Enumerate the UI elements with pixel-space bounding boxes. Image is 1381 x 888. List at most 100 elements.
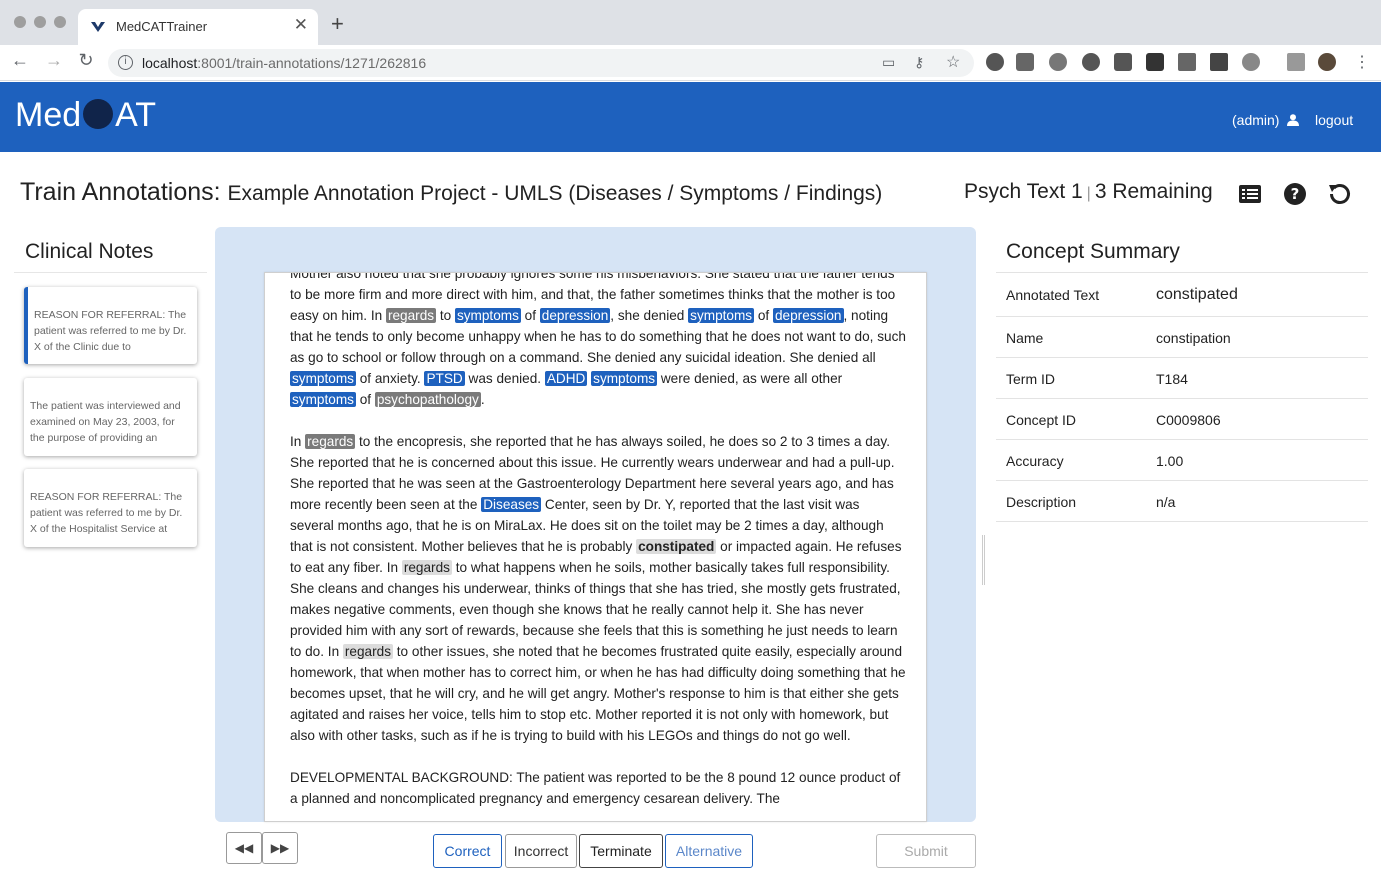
document-text-run: , she denied [610, 308, 689, 323]
url-path: :8001/train-annotations/1271/262816 [197, 55, 427, 71]
terminate-button[interactable]: Terminate [579, 834, 663, 868]
document-status: Psych Text 1 | 3 Remaining [964, 180, 1213, 204]
annotation-span[interactable]: regards [385, 308, 437, 323]
summary-value: constipation [1156, 330, 1231, 346]
cat-logo-icon [83, 99, 114, 129]
document-viewer[interactable]: Mother also noted that she probably igno… [264, 272, 927, 822]
alternative-button[interactable]: Alternative [665, 834, 753, 868]
annotation-span[interactable]: depression [539, 308, 611, 323]
document-text-run: were denied, as were all other [657, 371, 843, 386]
note-preview: REASON FOR REFERRAL: The patient was ref… [30, 491, 183, 535]
annotation-span[interactable]: PTSD [424, 371, 465, 386]
note-preview: The patient was interviewed and examined… [30, 400, 181, 444]
annotation-span[interactable]: depression [772, 308, 844, 323]
concept-summary-title: Concept Summary [1006, 240, 1180, 263]
correct-button[interactable]: Correct [433, 834, 502, 868]
extension-icon-7[interactable] [1178, 53, 1196, 71]
document-text-run: was denied. [464, 371, 545, 386]
annotation-span[interactable]: regards [401, 560, 452, 575]
browser-tab[interactable]: MedCATTrainer ✕ [78, 9, 318, 45]
note-preview: REASON FOR REFERRAL: The patient was ref… [34, 309, 187, 353]
note-card-1[interactable]: REASON FOR REFERRAL: The patient was ref… [24, 287, 197, 364]
reset-icon[interactable] [1328, 182, 1352, 206]
browser-menu-icon[interactable]: ⋮ [1354, 52, 1370, 72]
summary-label: Annotated Text [1006, 287, 1100, 303]
star-icon[interactable]: ☆ [946, 52, 960, 72]
summary-row-name: Name constipation [996, 317, 1368, 358]
cast-icon[interactable]: ▭ [882, 54, 895, 71]
extension-icon-5[interactable] [1114, 53, 1132, 71]
window-maximize-dot[interactable] [54, 16, 66, 28]
new-tab-icon[interactable]: + [331, 11, 344, 37]
extension-icon-4[interactable] [1082, 53, 1100, 71]
user-name: (admin) [1232, 112, 1280, 128]
extension-icon-2[interactable] [1016, 53, 1034, 71]
note-card-3[interactable]: REASON FOR REFERRAL: The patient was ref… [24, 469, 197, 547]
list-icon[interactable] [1238, 182, 1262, 206]
summary-label: Term ID [1006, 371, 1055, 387]
previous-document-button[interactable]: ◀◀ [226, 832, 262, 864]
annotation-span[interactable]: psychopathology [374, 392, 481, 407]
logo-text-right: AT [115, 96, 157, 134]
page-title: Train Annotations: Example Annotation Pr… [20, 178, 882, 207]
annotation-span[interactable]: symptoms [290, 371, 356, 386]
summary-row-term-id: Term ID T184 [996, 358, 1368, 399]
summary-label: Name [1006, 330, 1044, 346]
forward-arrow-icon[interactable]: → [42, 50, 66, 71]
summary-row-concept-id: Concept ID C0009806 [996, 399, 1368, 440]
note-card-2[interactable]: The patient was interviewed and examined… [24, 378, 197, 456]
title-separator: | [1086, 185, 1091, 202]
url-bar[interactable]: i localhost:8001/train-annotations/1271/… [108, 49, 974, 77]
profile-avatar[interactable] [1318, 53, 1336, 71]
panel-splitter[interactable] [982, 535, 985, 585]
url-text: localhost:8001/train-annotations/1271/26… [142, 55, 426, 71]
extension-icon-9[interactable] [1242, 53, 1260, 71]
summary-value: 1.00 [1156, 453, 1184, 469]
document-name: Psych Text 1 [964, 180, 1083, 203]
document-text-run: of [520, 308, 540, 323]
incorrect-button[interactable]: Incorrect [505, 834, 577, 868]
help-icon[interactable]: ? [1283, 182, 1307, 206]
tab-close-icon[interactable]: ✕ [294, 15, 308, 35]
document-text-run: of anxiety. [355, 371, 425, 386]
project-name: Example Annotation Project - UMLS (Disea… [227, 182, 883, 205]
document-paragraph-2: In regards to the encopresis, she report… [290, 431, 906, 746]
key-icon[interactable]: ⚷ [914, 54, 924, 71]
annotation-span[interactable]: regards [305, 434, 356, 449]
annotation-span[interactable]: symptoms [591, 371, 658, 386]
annotation-span[interactable]: symptoms [688, 308, 755, 323]
extension-icon-1[interactable] [986, 53, 1004, 71]
next-document-button[interactable]: ▶▶ [262, 832, 298, 864]
window-minimize-dot[interactable] [34, 16, 46, 28]
document-paragraph-3: DEVELOPMENTAL BACKGROUND: The patient wa… [290, 770, 901, 806]
annotation-span[interactable]: constipated [636, 539, 717, 554]
document-text-run: In [290, 434, 306, 449]
summary-label: Concept ID [1006, 412, 1077, 428]
reading-list-icon[interactable] [1287, 53, 1305, 71]
document-text: Mother also noted that she probably igno… [290, 273, 906, 821]
reload-icon[interactable]: ↻ [74, 50, 98, 71]
annotation-span[interactable]: ADHD [544, 371, 588, 386]
document-paragraph-1: Mother also noted that she probably igno… [290, 273, 906, 410]
extension-icon-3[interactable] [1049, 53, 1067, 71]
logout-link[interactable]: logout [1315, 112, 1353, 128]
annotation-span[interactable]: symptoms [290, 392, 356, 407]
annotation-span[interactable]: Diseases [481, 497, 542, 512]
summary-row-accuracy: Accuracy 1.00 [996, 440, 1368, 481]
summary-value: constipated [1156, 286, 1238, 303]
extension-icon-8[interactable] [1210, 53, 1228, 71]
sidebar-divider [14, 272, 207, 273]
submit-button[interactable]: Submit [876, 834, 976, 868]
summary-label: Description [1006, 494, 1077, 510]
user-indicator: (admin) [1232, 112, 1300, 128]
document-text-run: to [436, 308, 455, 323]
svg-text:?: ? [1291, 185, 1300, 203]
annotation-span[interactable]: symptoms [454, 308, 521, 323]
window-close-dot[interactable] [14, 16, 26, 28]
medcat-logo[interactable]: Med AT [15, 96, 156, 135]
extension-icon-6[interactable] [1146, 53, 1164, 71]
info-icon[interactable]: i [118, 55, 133, 70]
annotation-span[interactable]: regards [342, 644, 393, 659]
back-arrow-icon[interactable]: ← [8, 50, 32, 71]
address-bar-row: ← → ↻ i localhost:8001/train-annotations… [0, 45, 1381, 81]
